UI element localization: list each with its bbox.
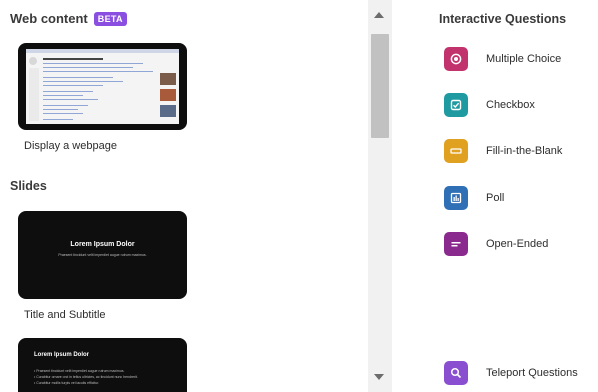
slide-title-text: Lorem Ipsum Dolor — [70, 241, 135, 248]
radio-icon — [444, 47, 468, 71]
checkbox-label: Checkbox — [486, 99, 535, 111]
bullet-item: • Praesent tincidunt velit imperdiet aug… — [34, 369, 125, 373]
bullets-slide-title: Lorem Ipsum Dolor — [34, 352, 90, 358]
open-ended-label: Open-Ended — [486, 238, 549, 250]
scroll-up-arrow-icon[interactable] — [374, 12, 384, 18]
teleport-questions-item[interactable]: Teleport Questions — [444, 361, 578, 385]
fill-in-the-blank-item[interactable]: Fill-in-the-Blank — [444, 139, 562, 163]
slide-subtitle-text: Praesent tincidunt velit imperdiet augue… — [58, 253, 147, 257]
blank-icon — [444, 139, 468, 163]
bullets-slide-thumbnail[interactable]: Lorem Ipsum Dolor • Praesent tincidunt v… — [18, 338, 187, 392]
slides-heading: Slides — [10, 179, 47, 193]
open-ended-icon — [444, 232, 468, 256]
open-ended-item[interactable]: Open-Ended — [444, 232, 548, 256]
beta-badge: BETA — [93, 11, 127, 26]
bullet-item: • Curabitur ornare orci in tellus ultric… — [34, 375, 138, 379]
web-content-title: Web content — [10, 11, 88, 26]
poll-label: Poll — [486, 192, 505, 204]
scrollbar-thumb[interactable] — [371, 34, 389, 138]
checkbox-item[interactable]: Checkbox — [444, 93, 535, 117]
webpage-thumbnail[interactable] — [18, 43, 187, 130]
multiple-choice-label: Multiple Choice — [486, 53, 562, 65]
fill-in-the-blank-label: Fill-in-the-Blank — [486, 145, 563, 157]
webpage-preview — [26, 49, 179, 124]
bullet-item: • Curabitur mollis turpis vel iaculis ef… — [34, 381, 100, 385]
webpage-caption: Display a webpage — [24, 140, 117, 152]
scroll-down-arrow-icon[interactable] — [374, 374, 384, 380]
teleport-questions-label: Teleport Questions — [486, 367, 578, 379]
title-subtitle-caption: Title and Subtitle — [24, 309, 106, 321]
scrollbar[interactable] — [368, 0, 392, 392]
poll-icon — [444, 186, 468, 210]
multiple-choice-item[interactable]: Multiple Choice — [444, 47, 561, 71]
title-subtitle-thumbnail[interactable]: Lorem Ipsum Dolor Praesent tincidunt vel… — [18, 211, 187, 299]
left-panel: Web content BETA Display a webpage Slide… — [0, 0, 368, 392]
poll-item[interactable]: Poll — [444, 186, 504, 210]
right-panel: Interactive Questions Multiple Choice Ch… — [392, 0, 598, 392]
search-icon — [444, 361, 468, 385]
interactive-questions-title: Interactive Questions — [439, 12, 567, 26]
checkbox-icon — [444, 93, 468, 117]
web-content-heading: Web content BETA — [10, 11, 127, 26]
